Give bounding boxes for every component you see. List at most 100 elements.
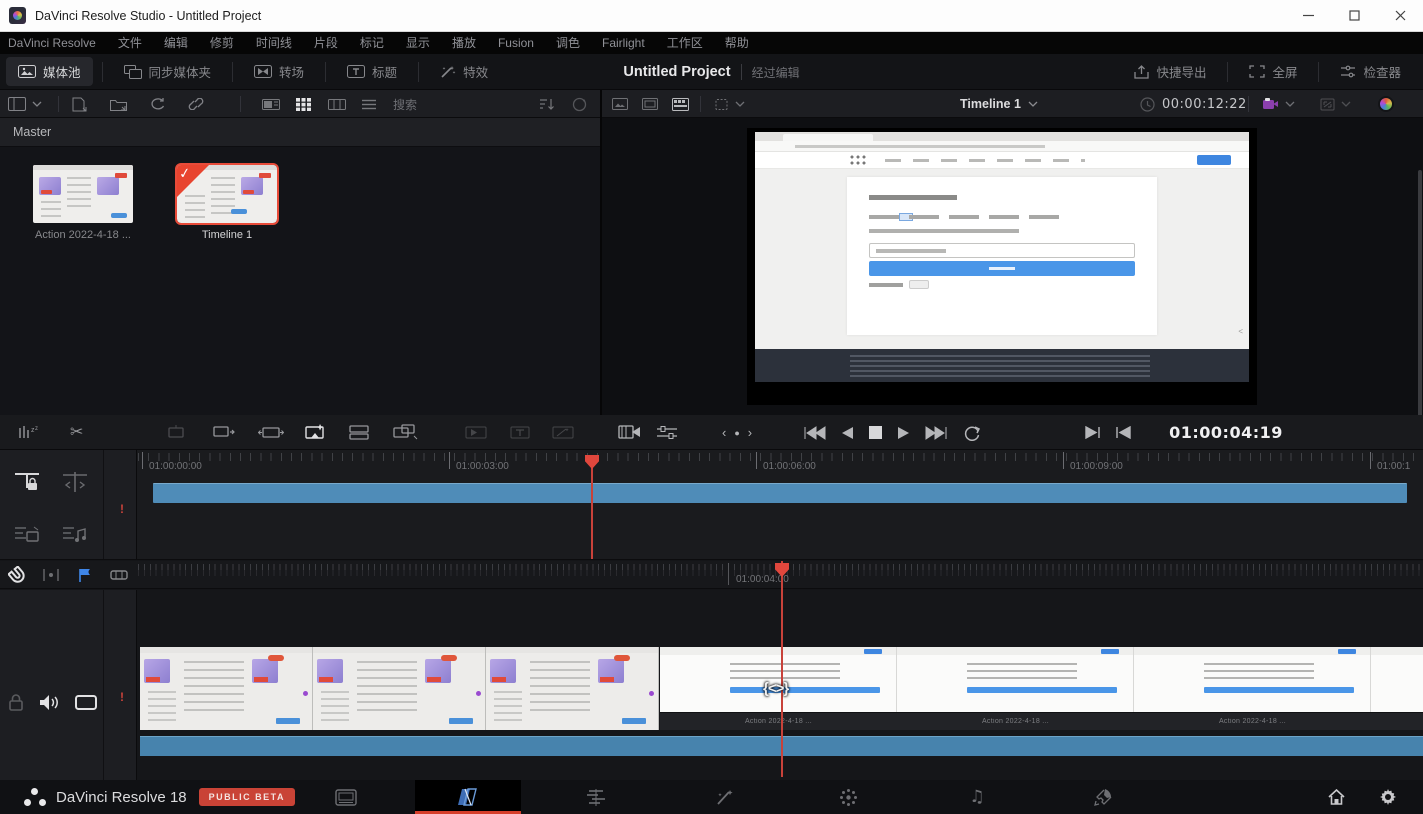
relink-button[interactable] (188, 90, 204, 118)
menu-file[interactable]: 文件 (107, 32, 153, 54)
media-pool-button[interactable]: 媒体池 (6, 57, 93, 86)
source-tape-button[interactable] (642, 90, 658, 118)
go-to-end-button[interactable] (925, 419, 949, 447)
menu-playback[interactable]: 播放 (441, 32, 487, 54)
maximize-button[interactable] (1331, 0, 1377, 31)
fullscreen-button[interactable]: 全屏 (1237, 57, 1309, 86)
trim-point-controls[interactable]: ‹ ● › (722, 419, 752, 447)
close-up-button[interactable] (303, 418, 327, 446)
minimize-button[interactable] (1285, 0, 1331, 31)
timeline-view-button[interactable] (672, 90, 689, 118)
bin-header[interactable]: Master (0, 118, 600, 147)
preview-mode-button[interactable] (618, 419, 642, 447)
menu-fusion[interactable]: Fusion (487, 32, 545, 54)
menu-fairlight[interactable]: Fairlight (591, 32, 656, 54)
stop-button[interactable] (868, 419, 883, 447)
split-clip-button[interactable]: ✂ (70, 418, 83, 446)
effects-button[interactable]: 特效 (428, 57, 500, 86)
quick-export-button[interactable]: 快捷导出 (1122, 57, 1218, 86)
menu-clip[interactable]: 片段 (303, 32, 349, 54)
inspector-button[interactable]: 检查器 (1328, 57, 1413, 86)
place-on-top-button[interactable] (348, 418, 370, 446)
overview-playhead-line[interactable] (591, 464, 593, 559)
video-frame[interactable]: < (747, 128, 1257, 405)
titles-button[interactable]: 标题 (335, 57, 409, 86)
timeline-timecode[interactable]: 01:00:04:19 (1169, 419, 1283, 447)
strip-view-button[interactable] (262, 90, 280, 118)
loop-button[interactable] (963, 419, 981, 447)
append-clip-button[interactable] (212, 418, 236, 446)
snapping-button[interactable] (0, 561, 34, 589)
import-folder-button[interactable] (110, 90, 127, 118)
source-overwrite-button[interactable] (392, 418, 418, 446)
playback-settings-button[interactable] (656, 419, 678, 447)
timeline-name[interactable]: Timeline 1 (162, 229, 292, 241)
tools-button[interactable] (102, 561, 136, 589)
page-fairlight-button[interactable]: ♫ (949, 780, 1005, 814)
ripple-overwrite-button[interactable] (258, 418, 284, 446)
track-lock-toggle[interactable] (8, 688, 24, 716)
menu-color[interactable]: 调色 (545, 32, 591, 54)
close-button[interactable] (1377, 0, 1423, 31)
menu-workspace[interactable]: 工作区 (656, 32, 714, 54)
flag-button[interactable] (68, 561, 102, 589)
sync-clips-button[interactable] (150, 90, 166, 118)
bin-view-button[interactable] (8, 90, 42, 118)
track-lock-button[interactable] (14, 468, 40, 496)
menu-davinci-resolve[interactable]: DaVinci Resolve (0, 32, 107, 54)
page-fusion-button[interactable] (697, 780, 753, 814)
sync-bin-button[interactable]: 同步媒体夹 (112, 57, 224, 86)
trim-edit-badge[interactable]: {<>} (763, 680, 788, 697)
camera-source-button[interactable] (1262, 90, 1295, 118)
audio-trim-button[interactable]: zz (18, 418, 40, 446)
effects-tool-button[interactable] (552, 418, 574, 446)
play-reverse-button[interactable] (840, 419, 854, 447)
overview-ruler[interactable]: 01:00:00:00 01:00:03:00 01:00:06:00 01:0… (138, 450, 1423, 478)
project-settings-button[interactable] (1360, 780, 1416, 814)
menu-mark[interactable]: 标记 (349, 32, 395, 54)
filmstrip-view-button[interactable] (328, 90, 346, 118)
clip-name[interactable]: Action 2022-4-18 ... (18, 229, 148, 241)
page-color-button[interactable] (820, 780, 876, 814)
page-deliver-button[interactable] (1075, 780, 1131, 814)
detail-playhead-line[interactable] (781, 561, 783, 777)
track-video-toggle[interactable] (75, 688, 97, 716)
transition-tool-button[interactable] (465, 418, 487, 446)
transitions-button[interactable]: 转场 (242, 57, 316, 86)
trim-mode-button[interactable] (62, 468, 88, 496)
source-clip-button[interactable] (612, 90, 628, 118)
timeline-thumbnail-selected[interactable] (177, 165, 277, 223)
next-point-icon[interactable]: › (748, 425, 752, 440)
page-cut-button[interactable] (415, 780, 521, 814)
list-view-button[interactable] (362, 90, 376, 118)
titles-tool-button[interactable] (510, 418, 530, 446)
timeline-selector[interactable]: Timeline 1 (960, 90, 1038, 118)
sort-button[interactable] (540, 90, 555, 118)
menu-timeline[interactable]: 时间线 (245, 32, 303, 54)
transform-tools-button[interactable] (714, 90, 745, 118)
search-input[interactable]: 搜索 (393, 90, 417, 118)
media-clip-thumbnail[interactable] (33, 165, 133, 223)
menu-view[interactable]: 显示 (395, 32, 441, 54)
disable-video-track-button[interactable] (14, 520, 40, 548)
page-media-button[interactable] (318, 780, 374, 814)
menu-trim[interactable]: 修剪 (199, 32, 245, 54)
refresh-button[interactable] (572, 90, 587, 118)
menu-help[interactable]: 帮助 (714, 32, 760, 54)
play-button[interactable] (897, 419, 911, 447)
thumbnail-view-button[interactable] (296, 90, 311, 118)
viewer-timecode[interactable]: 00:00:12:22 (1162, 90, 1247, 118)
resize-mode-button[interactable] (1320, 90, 1351, 118)
prev-edit-button[interactable] (1115, 419, 1131, 447)
project-manager-button[interactable] (1308, 780, 1364, 814)
prev-point-icon[interactable]: ‹ (722, 425, 726, 440)
color-wheel-button[interactable] (1378, 90, 1394, 118)
page-edit-button[interactable] (568, 780, 624, 814)
disable-audio-track-button[interactable] (62, 520, 88, 548)
next-edit-button[interactable] (1085, 419, 1101, 447)
overview-clip[interactable] (153, 483, 1407, 503)
smart-insert-button[interactable] (165, 418, 187, 446)
menu-edit[interactable]: 编辑 (153, 32, 199, 54)
track-audio-toggle[interactable] (39, 688, 59, 716)
go-to-start-button[interactable] (802, 419, 826, 447)
